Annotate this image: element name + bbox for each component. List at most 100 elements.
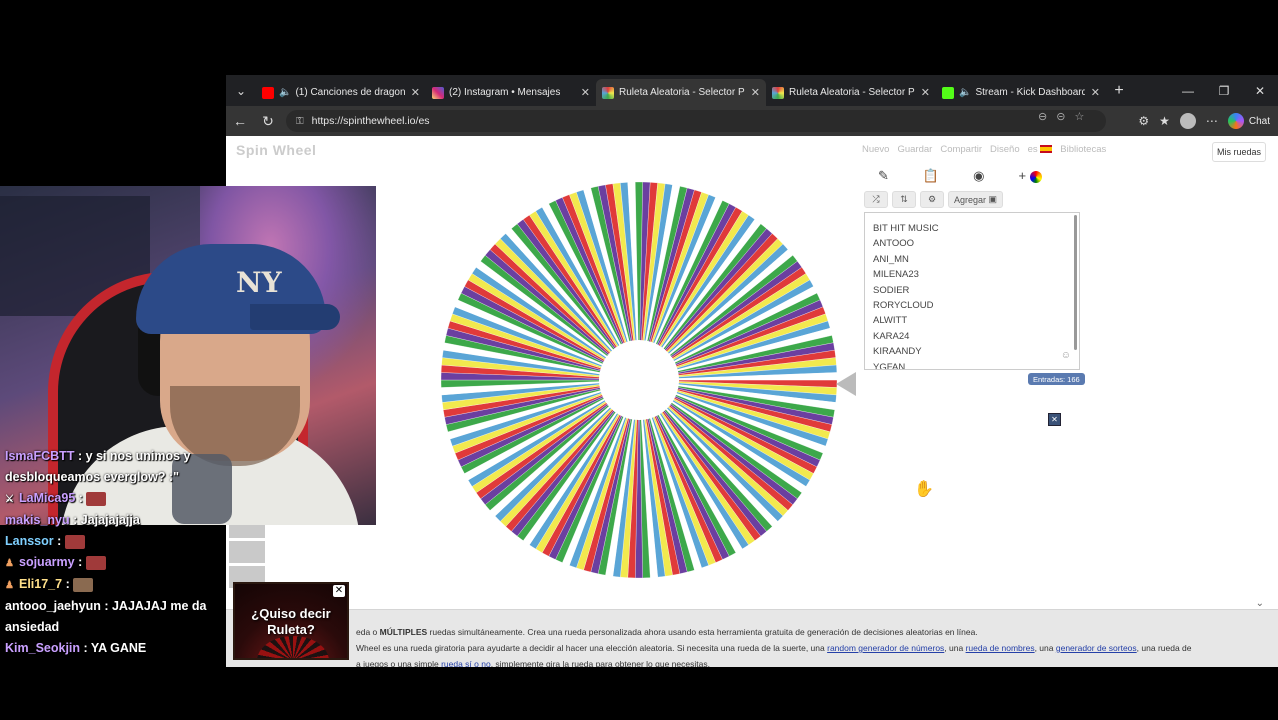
tab-instagram[interactable]: (2) Instagram • Mensajes ✕: [426, 79, 596, 106]
spinwheel-icon: [602, 86, 614, 99]
favorites-icon[interactable]: ★: [1159, 114, 1170, 128]
chat-message: IsmaFCBTT : y si nos unimos y desbloquea…: [0, 446, 232, 488]
sort-icon[interactable]: ⇅: [892, 191, 916, 208]
close-tab-icon[interactable]: ✕: [921, 86, 930, 99]
entries-toolbar: ⤮ ⇅ ⚙ Agregar ▣: [864, 191, 1004, 208]
speaker-muted-icon[interactable]: 🔈: [959, 87, 971, 98]
chat-text: : YA GANE: [83, 641, 147, 655]
list-item: KARA24: [873, 330, 910, 342]
tab-spinwheel-active[interactable]: Ruleta Aleatoria - Selector Pers ✕: [596, 79, 766, 106]
youtube-icon: [262, 86, 274, 99]
wheel-center[interactable]: [599, 340, 679, 420]
spin-wheel[interactable]: [439, 180, 839, 580]
footer-text: , una rueda de: [1136, 643, 1192, 653]
zoom-icon[interactable]: ⊖: [1038, 110, 1047, 123]
speaker-muted-icon[interactable]: 🔈: [279, 87, 291, 98]
nav-design[interactable]: Diseño: [990, 144, 1020, 155]
spinwheel-icon: [772, 86, 784, 99]
person-badge-icon: ♟: [5, 580, 14, 591]
tab-spinwheel[interactable]: Ruleta Aleatoria - Selector Pers ✕: [766, 79, 936, 106]
list-item: MILENA23: [873, 269, 919, 281]
chat-text: :: [78, 491, 83, 505]
close-window-icon[interactable]: ✕: [1242, 84, 1278, 98]
list-item: YGFAN: [873, 361, 906, 370]
footer-text: a juegos o una simple: [356, 659, 442, 667]
chat-message: Lanssor :: [0, 531, 232, 552]
footer-line-3: a juegos o una simple rueda sí o no, sim…: [356, 656, 1278, 667]
profile-avatar[interactable]: [1179, 113, 1196, 129]
instagram-icon: [432, 86, 444, 99]
list-item: SODIER: [873, 284, 910, 296]
tab-list-chevron-icon[interactable]: ⌄: [226, 75, 256, 106]
chat-message: Kim_Seokjin : YA GANE: [0, 638, 232, 659]
entries-count-badge: Entradas: 166: [1028, 373, 1085, 385]
link-yes-no-wheel[interactable]: rueda sí o no: [441, 659, 491, 667]
minimize-icon[interactable]: —: [1170, 84, 1206, 98]
close-tab-icon[interactable]: ✕: [1091, 86, 1100, 99]
favorite-star-icon[interactable]: ☆: [1074, 110, 1084, 123]
site-nav: Nuevo Guardar Compartir Diseño es Biblio…: [862, 144, 1106, 155]
settings-icon[interactable]: ⚙: [920, 191, 944, 208]
address-bar-row: ← ↻ ⚿ https://spinthewheel.io/es ⊖ ⊝ ☆ ⚙…: [226, 106, 1278, 136]
close-tab-icon[interactable]: ✕: [751, 86, 760, 99]
image-icon[interactable]: ✕: [1048, 413, 1061, 426]
emoji-icon[interactable]: ☺: [1061, 350, 1071, 361]
close-tab-icon[interactable]: ✕: [581, 86, 590, 99]
edit-pencil-icon[interactable]: ✎: [878, 168, 889, 184]
clipboard-icon[interactable]: 📋: [923, 168, 939, 184]
site-info-icon[interactable]: ⚿: [296, 116, 304, 127]
roulette-promo[interactable]: ¿Quiso decir Ruleta? ✕: [233, 582, 349, 660]
tab-youtube[interactable]: 🔈 (1) Canciones de dragon b ✕: [256, 79, 426, 106]
nav-new[interactable]: Nuevo: [862, 144, 889, 155]
url-actions: ⊖ ⊝ ☆: [1038, 110, 1084, 123]
entries-textarea[interactable]: BIT HIT MUSIC ANTOOO ANI_MN MILENA23 SOD…: [864, 212, 1080, 370]
add-label: Agregar: [954, 194, 987, 205]
person-badge-icon: ♟: [5, 558, 14, 569]
chat-username: IsmaFCBTT: [5, 449, 75, 463]
sword-badge-icon: ⚔: [5, 494, 14, 505]
link-name-wheel[interactable]: rueda de nombres: [966, 643, 1035, 653]
emote-icon: [86, 491, 107, 506]
chat-username: antooo_jaehyun: [5, 599, 101, 613]
nav-share[interactable]: Compartir: [940, 144, 982, 155]
tab-title: Stream - Kick Dashboard: [975, 87, 1085, 98]
add-color-button[interactable]: +: [1018, 168, 1042, 184]
copilot-chat-button[interactable]: Chat: [1227, 113, 1270, 129]
close-icon[interactable]: ✕: [333, 585, 345, 597]
chevron-down-icon[interactable]: ⌄: [1256, 596, 1264, 612]
restore-icon[interactable]: ❐: [1206, 84, 1242, 98]
color-wheel-icon: [1029, 170, 1042, 183]
toolbar-right: ⚙ ★ ⋯ Chat: [1138, 106, 1278, 136]
more-menu-icon[interactable]: ⋯: [1206, 114, 1218, 128]
list-scrollbar[interactable]: [1074, 215, 1077, 350]
url-text: https://spinthewheel.io/es: [311, 115, 430, 127]
tab-title: Ruleta Aleatoria - Selector Pers: [789, 87, 915, 98]
new-tab-plus-icon[interactable]: +: [1106, 82, 1132, 100]
chat-message: ♟ sojuarmy :: [0, 552, 232, 574]
link-number-generator[interactable]: random generador de números: [827, 643, 944, 653]
url-field[interactable]: ⚿ https://spinthewheel.io/es: [286, 110, 1106, 132]
chat-message: antooo_jaehyun : JAJAJAJ me da ansiedad: [0, 596, 232, 638]
site-logo[interactable]: Spin Wheel: [236, 142, 316, 158]
hide-eye-icon[interactable]: ◉: [973, 168, 984, 184]
chat-username: Kim_Seokjin: [5, 641, 81, 655]
link-raffle-generator[interactable]: generador de sorteos: [1056, 643, 1137, 653]
nav-language[interactable]: es: [1028, 144, 1053, 155]
close-tab-icon[interactable]: ✕: [411, 86, 420, 99]
shuffle-icon[interactable]: ⤮: [864, 191, 888, 208]
tab-title: (1) Canciones de dragon b: [295, 87, 405, 98]
reload-icon[interactable]: ↻: [254, 113, 282, 130]
nav-libraries[interactable]: Bibliotecas: [1060, 144, 1106, 155]
back-arrow-icon[interactable]: ←: [226, 113, 254, 129]
list-item: BIT HIT MUSIC: [873, 223, 939, 234]
extensions-icon[interactable]: ⚙: [1138, 114, 1149, 128]
tab-kick[interactable]: 🔈 Stream - Kick Dashboard ✕: [936, 79, 1106, 106]
block-icon[interactable]: ⊝: [1056, 110, 1065, 123]
chat-username: Eli17_7: [19, 577, 63, 591]
editor-toolbar: ✎ 📋 ◉ +: [878, 168, 1042, 184]
add-image-button[interactable]: Agregar ▣: [948, 191, 1004, 208]
chat-message: ♟ Eli17_7 :: [0, 574, 232, 596]
tab-title: (2) Instagram • Mensajes: [449, 87, 561, 98]
nav-save[interactable]: Guardar: [897, 144, 932, 155]
my-wheels-button[interactable]: Mis ruedas: [1212, 142, 1266, 162]
